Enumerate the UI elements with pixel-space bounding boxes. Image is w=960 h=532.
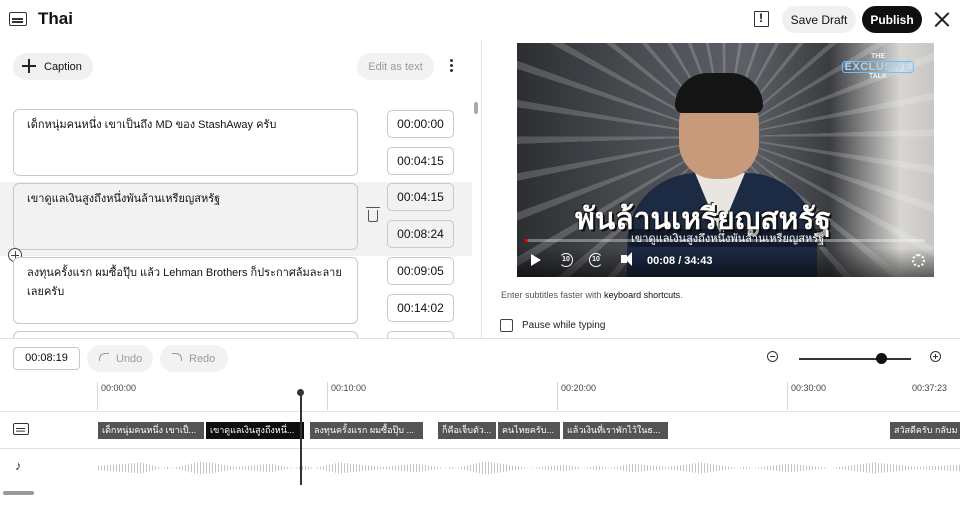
ruler-label: 00:00:00 (101, 383, 137, 393)
pause-while-typing-checkbox[interactable] (500, 319, 513, 332)
page-title: Thai (38, 9, 73, 28)
ruler-label: 00:30:00 (791, 383, 827, 393)
caption-row: เด็กหนุ่มคนหนึ่ง เขาเป็นถึง MD ของ Stash… (0, 109, 472, 182)
current-time-field[interactable]: 00:08:19 (13, 347, 80, 370)
caption-start-time[interactable] (387, 331, 454, 338)
subtitle-editor: Thai Save Draft Publish Caption Edit as … (0, 0, 960, 532)
timeline-segment-selected[interactable]: เขาดูแลเงินสูงถึงหนึ่... (204, 422, 304, 439)
preview-panel: THE EXCLUSIVE TALK พันล้านเหรียญสหรัฐ เข… (483, 40, 960, 338)
caption-row: ลงทุนครั้งแรก ผมซื้อปุ๊บ แล้ว Lehman Bro… (0, 256, 472, 330)
undo-icon (99, 353, 109, 361)
plus-icon (22, 59, 36, 73)
playhead[interactable] (300, 392, 302, 485)
timeline-panel: 00:08:19 Undo Redo 00:00:00 00:10:00 00:… (0, 338, 960, 532)
timeline-segment[interactable]: สวัสดีครับ กลับม (890, 422, 960, 439)
captions-track-icon (13, 423, 29, 435)
player-controls (517, 248, 934, 277)
trash-icon[interactable] (366, 207, 380, 222)
scrollbar-thumb[interactable] (474, 102, 478, 114)
music-note-icon: ♪ (15, 458, 22, 473)
ruler-tick (787, 382, 788, 410)
ruler-label: 00:20:00 (561, 383, 597, 393)
forward-10-icon[interactable]: 10 (589, 253, 603, 267)
more-options-icon[interactable] (450, 59, 454, 73)
shortcut-hint: Enter subtitles faster with keyboard sho… (501, 290, 683, 300)
editor-header: Thai Save Draft Publish (0, 0, 960, 40)
video-subtitle: เขาดูแลเงินสูงถึงหนึ่งพันล้านเหรียญสหรัฐ (629, 229, 827, 247)
close-icon[interactable] (934, 11, 950, 27)
rewind-10-icon[interactable]: 10 (559, 253, 573, 267)
report-icon[interactable] (754, 11, 769, 27)
playhead-handle[interactable] (297, 389, 304, 396)
settings-icon[interactable] (912, 254, 925, 267)
caption-end-time[interactable]: 00:08:24 (387, 220, 454, 248)
caption-text-field[interactable] (13, 331, 358, 338)
caption-end-time[interactable]: 00:04:15 (387, 147, 454, 175)
edit-as-text-button[interactable]: Edit as text (357, 53, 434, 80)
publish-button[interactable]: Publish (862, 6, 922, 33)
timeline-segment[interactable]: เด็กหนุ่มคนหนึ่ง เขาเป็... (98, 422, 204, 439)
progress-bar[interactable] (525, 239, 925, 242)
caption-list-panel: Caption Edit as text เด็กหนุ่มคนหนึ่ง เข… (0, 40, 482, 338)
video-time: 00:08 / 34:43 (647, 255, 713, 267)
ruler-tick (327, 382, 328, 410)
volume-icon[interactable] (621, 252, 632, 266)
caption-text-field[interactable]: ลงทุนครั้งแรก ผมซื้อปุ๊บ แล้ว Lehman Bro… (13, 257, 358, 324)
timeline-segment[interactable]: คนไทยครับ... (498, 422, 560, 439)
undo-button[interactable]: Undo (87, 345, 153, 372)
caption-row-active: เขาดูแลเงินสูงถึงหนึ่งพันล้านเหรียญสหรัฐ… (0, 182, 472, 256)
caption-start-time[interactable]: 00:09:05 (387, 257, 454, 285)
caption-text-field[interactable]: เด็กหนุ่มคนหนึ่ง เขาเป็นถึง MD ของ Stash… (13, 109, 358, 176)
timeline-segment[interactable]: ก็คือเจ็บตัว... (438, 422, 496, 439)
zoom-slider-handle[interactable] (876, 353, 887, 364)
channel-logo: THE EXCLUSIVE TALK (839, 53, 917, 83)
timeline-scrollbar[interactable] (3, 491, 34, 495)
timeline-segment[interactable]: ลงทุนครั้งแรก ผมซื้อปุ๊บ ... (310, 422, 423, 439)
save-draft-button[interactable]: Save Draft (782, 6, 856, 33)
caption-text-field[interactable]: เขาดูแลเงินสูงถึงหนึ่งพันล้านเหรียญสหรัฐ (13, 183, 358, 250)
pause-while-typing-label: Pause while typing (522, 320, 606, 331)
zoom-out-icon[interactable] (767, 351, 778, 362)
caption-end-time[interactable]: 00:14:02 (387, 294, 454, 322)
keyboard-shortcuts-link[interactable]: keyboard shortcuts (604, 290, 680, 300)
time-ruler[interactable]: 00:00:00 00:10:00 00:20:00 00:30:00 00:3… (97, 381, 960, 411)
captions-icon (9, 12, 27, 26)
caption-start-time[interactable]: 00:04:15 (387, 183, 454, 211)
caption-list-scrollbar[interactable] (473, 100, 479, 338)
caption-row-partial (0, 330, 472, 338)
play-icon[interactable] (531, 254, 541, 266)
caption-start-time[interactable]: 00:00:00 (387, 110, 454, 138)
zoom-slider[interactable] (799, 358, 911, 360)
video-frame-hair (675, 73, 763, 113)
redo-button[interactable]: Redo (160, 345, 228, 372)
zoom-in-icon[interactable] (930, 351, 941, 362)
timeline-segment[interactable]: แล้วเงินที่เราพักไว้ในธ... (563, 422, 668, 439)
ruler-label: 00:10:00 (331, 383, 367, 393)
ruler-tick (97, 382, 98, 410)
video-player[interactable]: THE EXCLUSIVE TALK พันล้านเหรียญสหรัฐ เข… (517, 43, 934, 277)
redo-icon (172, 353, 182, 361)
ruler-label: 00:37:23 (912, 383, 948, 393)
progress-fill (525, 239, 528, 242)
ruler-tick (557, 382, 558, 410)
